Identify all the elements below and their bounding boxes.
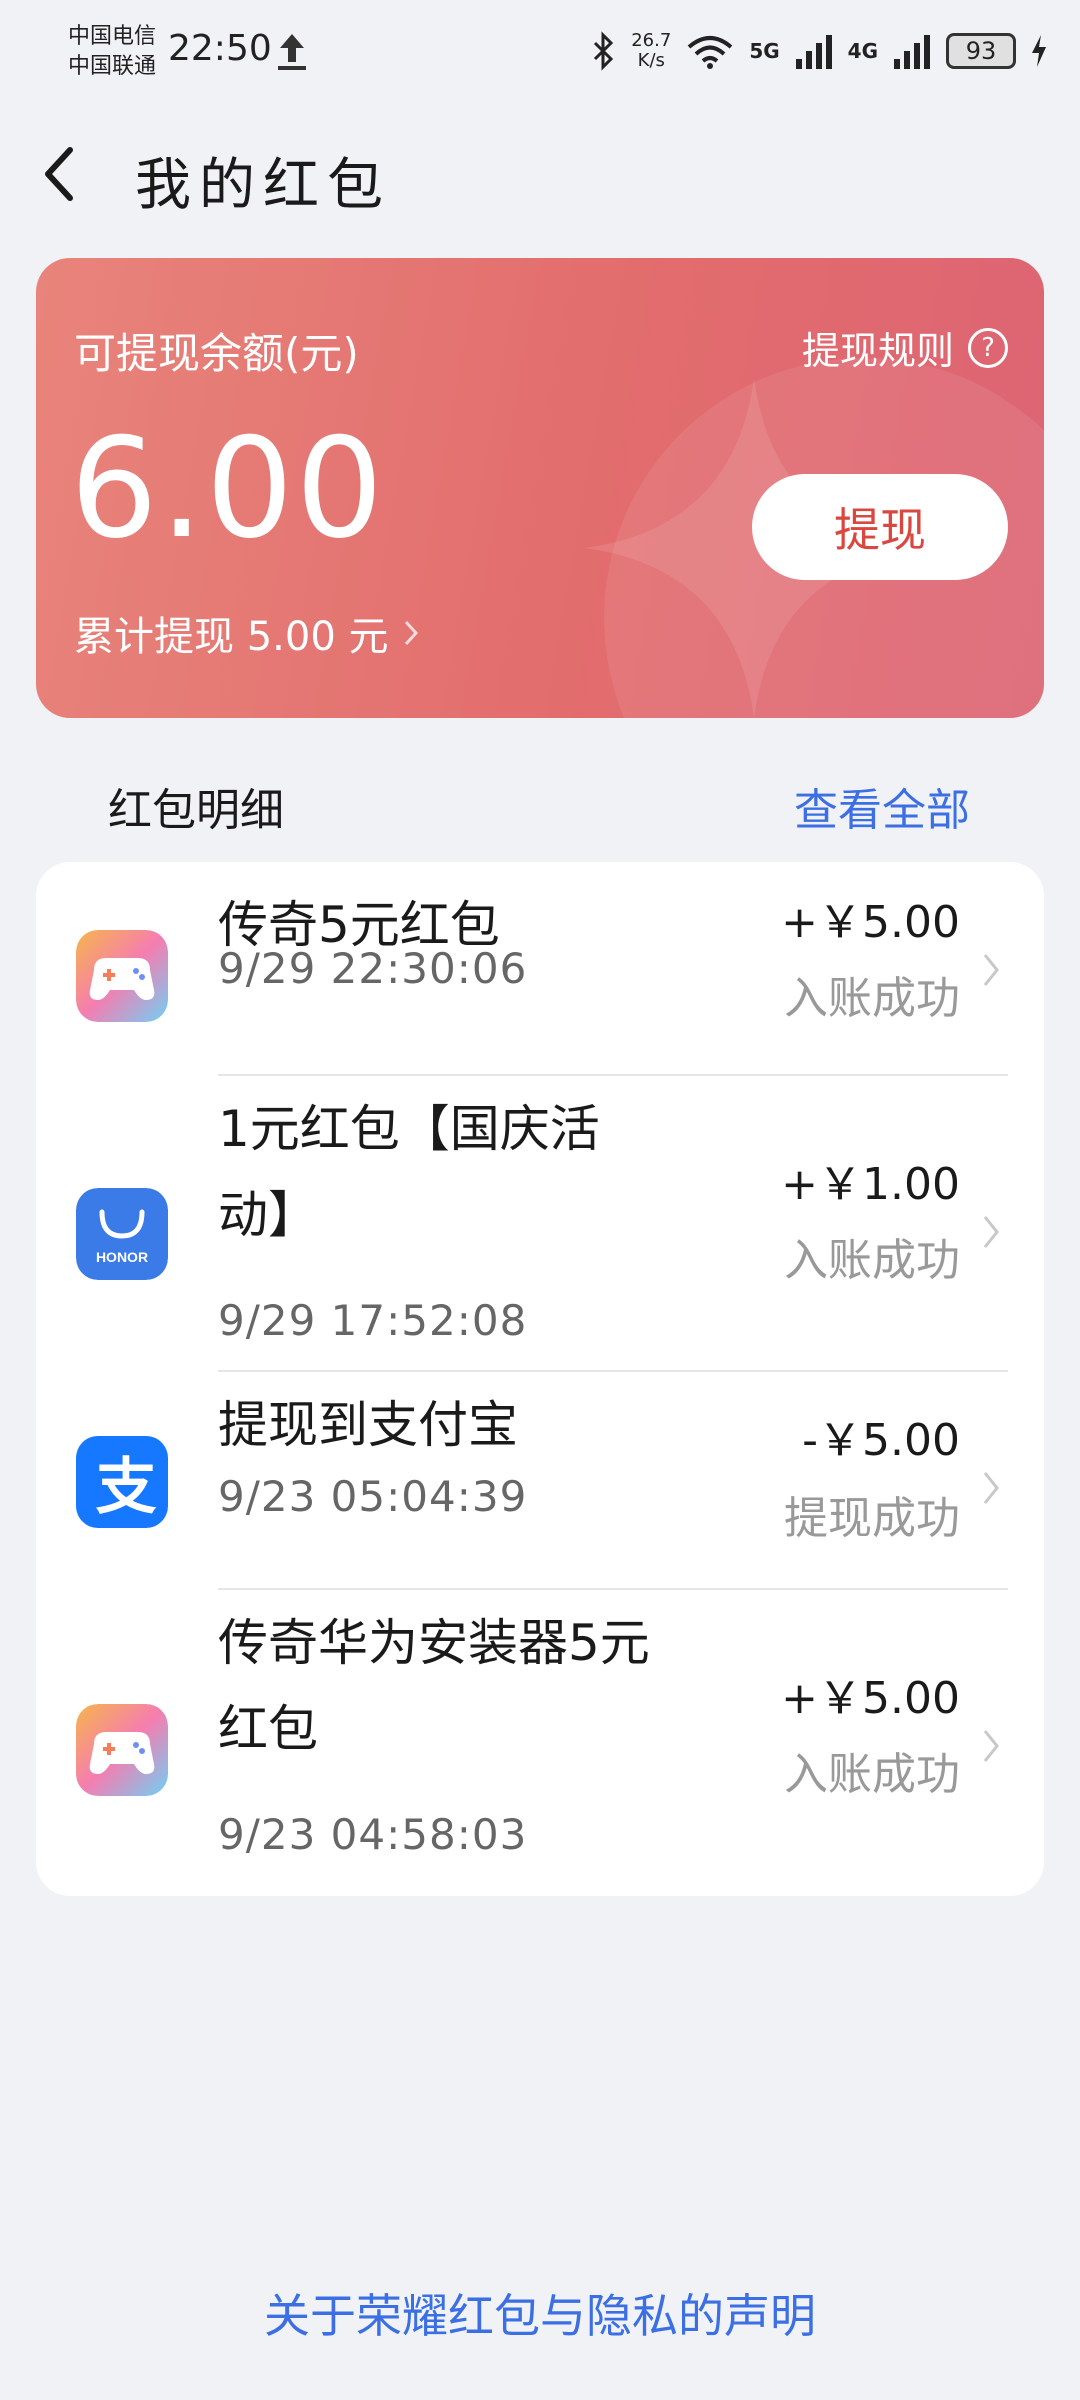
item-amount: +￥5.00 bbox=[781, 897, 960, 948]
privacy-statement-link[interactable]: 关于荣耀红包与隐私的声明 bbox=[0, 2280, 1080, 2346]
item-title: 提现到支付宝 bbox=[218, 1396, 518, 1454]
list-item[interactable]: 传奇华为安装器5元红包 9/23 04:58:03 +￥5.00 入账成功 bbox=[36, 1590, 1044, 1896]
withdraw-rules-link[interactable]: 提现规则 ? bbox=[802, 320, 1008, 375]
item-status: 提现成功 bbox=[784, 1493, 960, 1544]
help-icon: ? bbox=[968, 327, 1008, 368]
signal-type-1: 5G bbox=[749, 39, 780, 63]
signal-bars-icon-2 bbox=[894, 35, 930, 69]
balance-amount: 6.00 bbox=[70, 408, 386, 569]
item-amount: +￥5.00 bbox=[781, 1673, 960, 1724]
chevron-right-icon bbox=[983, 954, 999, 986]
status-bar: 中国电信 中国联通 22:50 26.7 K/s 5G 4G 93 bbox=[0, 0, 1080, 100]
chevron-right-icon bbox=[983, 1472, 999, 1504]
back-arrow-icon[interactable] bbox=[38, 144, 82, 204]
red-packet-list: 传奇5元红包 9/29 22:30:06 +￥5.00 入账成功 HONOR 1… bbox=[36, 862, 1044, 1896]
withdraw-button[interactable]: 提现 bbox=[752, 474, 1008, 580]
item-title: 传奇华为安装器5元红包 bbox=[218, 1614, 650, 1758]
status-icons: 26.7 K/s 5G 4G 93 bbox=[589, 26, 1048, 76]
list-item[interactable]: HONOR 1元红包【国庆活动】 9/29 17:52:08 +￥1.00 入账… bbox=[36, 1076, 1044, 1372]
carrier-1: 中国电信 bbox=[68, 24, 157, 49]
svg-text:支: 支 bbox=[96, 1453, 157, 1523]
game-controller-icon bbox=[76, 930, 168, 1022]
item-time: 9/23 05:04:39 bbox=[218, 1472, 528, 1521]
total-withdrawn-text: 累计提现 5.00 元 bbox=[74, 614, 389, 660]
chevron-right-icon bbox=[983, 1216, 999, 1248]
balance-card: 可提现余额(元) 提现规则 ? 6.00 提现 累计提现 5.00 元 bbox=[36, 258, 1044, 718]
alipay-icon: 支 bbox=[76, 1436, 168, 1528]
item-time: 9/29 17:52:08 bbox=[218, 1296, 528, 1345]
header: 我的红包 bbox=[0, 130, 1080, 220]
wifi-icon bbox=[688, 36, 733, 69]
item-status: 入账成功 bbox=[784, 1749, 960, 1800]
list-item[interactable]: 传奇5元红包 9/29 22:30:06 +￥5.00 入账成功 bbox=[36, 862, 1044, 1076]
net-speed-value: 26.7 bbox=[631, 30, 672, 51]
upload-icon bbox=[278, 34, 306, 70]
view-all-link[interactable]: 查看全部 bbox=[794, 774, 970, 838]
total-withdrawn-link[interactable]: 累计提现 5.00 元 bbox=[74, 604, 419, 662]
list-item[interactable]: 支 提现到支付宝 9/23 05:04:39 -￥5.00 提现成功 bbox=[36, 1372, 1044, 1590]
item-time: 9/29 22:30:06 bbox=[218, 944, 528, 993]
item-status: 入账成功 bbox=[784, 973, 960, 1024]
bluetooth-icon bbox=[594, 31, 614, 71]
item-title: 1元红包【国庆活动】 bbox=[218, 1100, 600, 1244]
balance-label: 可提现余额(元) bbox=[74, 329, 359, 378]
net-speed-unit: K/s bbox=[637, 50, 665, 71]
page-title: 我的红包 bbox=[135, 153, 391, 218]
network-speed: 26.7 K/s bbox=[631, 31, 671, 71]
item-amount: -￥5.00 bbox=[802, 1415, 960, 1466]
item-amount: +￥1.00 bbox=[781, 1159, 960, 1210]
rules-label: 提现规则 bbox=[801, 329, 954, 373]
signal-type-2: 4G bbox=[847, 39, 878, 63]
honor-store-icon: HONOR bbox=[76, 1188, 168, 1280]
chevron-right-icon bbox=[404, 620, 418, 646]
status-time: 22:50 bbox=[168, 28, 272, 69]
battery-indicator: 93 bbox=[946, 33, 1016, 69]
signal-bars-icon bbox=[795, 35, 832, 69]
chevron-right-icon bbox=[983, 1730, 999, 1762]
charging-icon bbox=[1032, 35, 1046, 67]
svg-text:HONOR: HONOR bbox=[96, 1249, 148, 1265]
red-packet-page: 中国电信 中国联通 22:50 26.7 K/s 5G 4G 93 我的红包 可… bbox=[0, 0, 1080, 2400]
section-title: 红包明细 bbox=[108, 785, 284, 836]
item-status: 入账成功 bbox=[784, 1235, 960, 1286]
game-controller-icon bbox=[76, 1704, 168, 1796]
item-time: 9/23 04:58:03 bbox=[218, 1810, 528, 1859]
carrier-2: 中国联通 bbox=[68, 54, 157, 79]
carrier-names: 中国电信 中国联通 bbox=[68, 22, 156, 82]
